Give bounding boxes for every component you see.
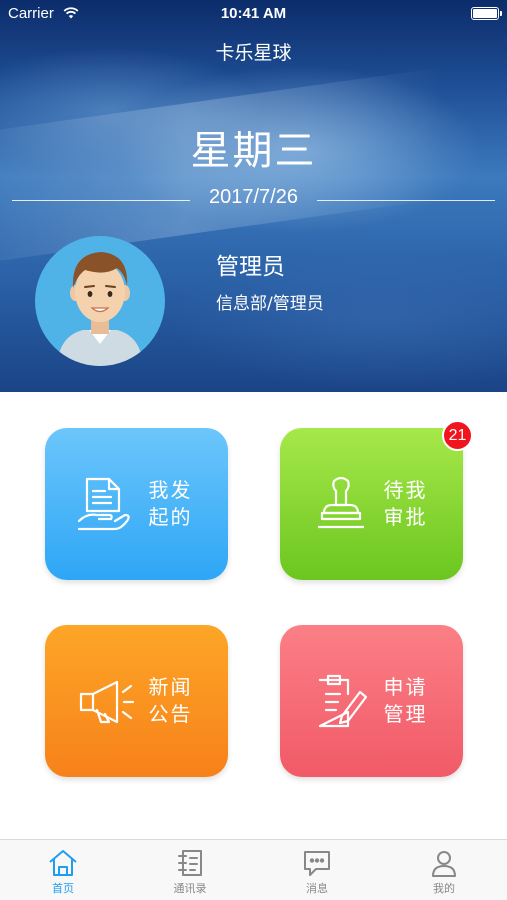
clock: 10:41 AM [220, 5, 287, 22]
avatar[interactable] [35, 236, 165, 366]
notification-badge: 21 [442, 420, 473, 451]
tab-label: 消息 [306, 882, 328, 895]
divider-line [317, 200, 495, 201]
status-bar: Carrier 10:41 AM [0, 0, 507, 28]
tile-label: 新闻 公告 [148, 675, 193, 726]
contacts-icon [178, 850, 202, 876]
person-icon [432, 851, 456, 877]
date-row: 2017/7/26 [12, 186, 495, 214]
pending-approval-tile[interactable]: 待我 审批 [280, 428, 463, 580]
news-announcement-tile[interactable]: 新闻 公告 [45, 625, 228, 777]
application-management-tile[interactable]: 申请 管理 [280, 625, 463, 777]
tab-contacts[interactable]: 通讯录 [127, 840, 253, 900]
user-name: 管理员 [216, 254, 285, 280]
tab-messages[interactable]: 消息 [254, 840, 380, 900]
tab-label: 首页 [52, 882, 74, 895]
tab-bar: 首页 通讯录 消息 我的 [0, 839, 507, 900]
stamp-icon [317, 476, 364, 529]
megaphone-icon [79, 680, 134, 724]
tab-label: 通讯录 [173, 882, 207, 895]
tile-label: 待我 审批 [383, 478, 428, 529]
header-background: Carrier 10:41 AM 卡乐星球 星期三 2017/7/26 管理员 … [0, 0, 507, 392]
tab-me[interactable]: 我的 [381, 840, 507, 900]
tile-label: 我发 起的 [148, 478, 193, 529]
avatar-person-icon [57, 252, 143, 366]
weekday-label: 星期三 [190, 128, 317, 174]
battery-icon [471, 7, 502, 20]
message-icon [304, 851, 330, 876]
home-icon [49, 850, 77, 876]
my-requests-tile[interactable]: 我发 起的 [45, 428, 228, 580]
date-label: 2017/7/26 [209, 186, 298, 208]
user-department: 信息部/管理员 [216, 294, 324, 314]
tab-label: 我的 [433, 882, 455, 895]
tile-label: 申请 管理 [383, 675, 428, 726]
tab-home[interactable]: 首页 [0, 840, 126, 900]
edit-document-icon [318, 674, 367, 728]
document-hand-icon [77, 477, 130, 531]
app-title: 卡乐星球 [215, 42, 292, 64]
